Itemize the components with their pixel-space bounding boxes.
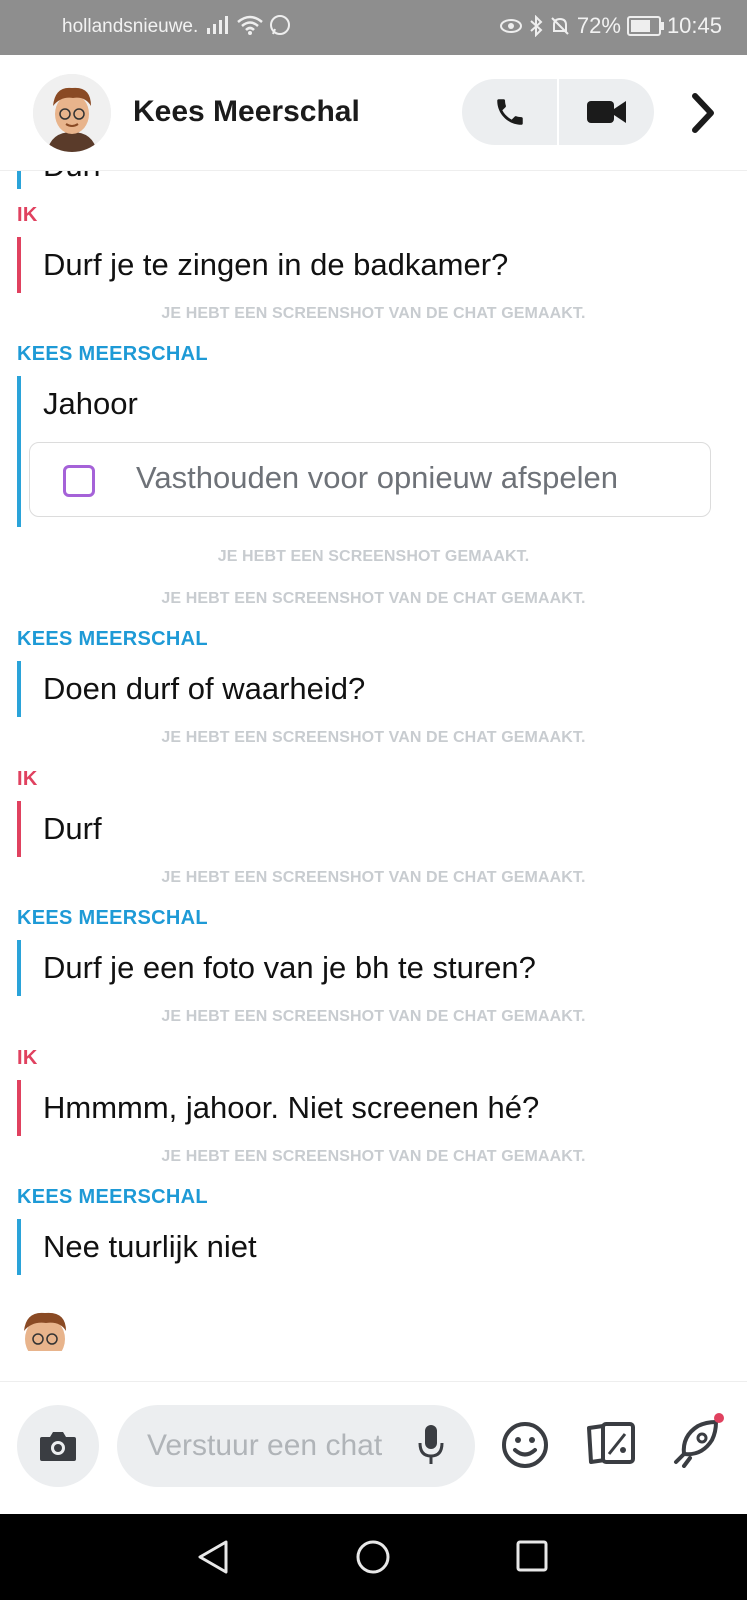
message-bubble[interactable]: Nee tuurlijk niet [17, 1219, 737, 1275]
video-call-button[interactable] [559, 79, 654, 145]
screenshot-notice: JE HEBT EEN SCREENSHOT VAN DE CHAT GEMAA… [161, 1008, 586, 1025]
message: KEES MEERSCHAL Jahoor Vasthouden voor op… [17, 343, 737, 527]
battery-percent: 72% [576, 13, 621, 38]
sender-label: KEES MEERSCHAL [17, 907, 208, 929]
battery-icon [626, 16, 664, 36]
eye-icon [499, 19, 522, 33]
bluetooth-icon [530, 15, 543, 37]
composer [0, 1381, 747, 1487]
avatar[interactable] [33, 74, 111, 152]
carrier-name: hollandsnieuwe. [62, 16, 199, 37]
sender-label: IK [17, 768, 38, 790]
screenshot-notice: JE HEBT EEN SCREENSHOT GEMAAKT. [217, 548, 530, 565]
replay-label: Vasthouden voor opnieuw afspelen [136, 460, 618, 495]
message: IK Durf [17, 768, 737, 857]
chat-header: Kees Meerschal [0, 55, 747, 171]
message: KEES MEERSCHAL Durf je een foto van je b… [17, 907, 737, 996]
phone-icon [496, 99, 523, 125]
cards-icon[interactable] [583, 1420, 639, 1466]
sender-label: IK [17, 204, 38, 226]
screenshot-notice: JE HEBT EEN SCREENSHOT VAN DE CHAT GEMAA… [161, 1148, 586, 1165]
message-text: Jahoor [43, 386, 138, 421]
message-text: Durf je te zingen in de badkamer? [43, 247, 509, 282]
message-text: Doen durf of waarheid? [43, 671, 366, 706]
mic-icon[interactable] [418, 1423, 444, 1467]
screenshot-notice: JE HEBT EEN SCREENSHOT VAN DE CHAT GEMAA… [161, 869, 586, 886]
screenshot-notice: JE HEBT EEN SCREENSHOT VAN DE CHAT GEMAA… [161, 729, 586, 746]
chat-messages[interactable]: Durf IK Durf je te zingen in de badkamer… [0, 171, 747, 1380]
typing-avatar [10, 1305, 80, 1351]
rocket-icon[interactable] [670, 1412, 726, 1468]
mute-bell-icon [551, 17, 569, 35]
message: KEES MEERSCHAL Doen durf of waarheid? [17, 628, 737, 717]
message-text: Hmmmm, jahoor. Niet screenen hé? [43, 1090, 540, 1125]
message-bubble[interactable]: Doen durf of waarheid? [17, 661, 737, 717]
message-text: Durf [43, 811, 102, 846]
whatsapp-icon [270, 15, 290, 35]
signal-icon [207, 16, 228, 34]
screenshot-notice: JE HEBT EEN SCREENSHOT VAN DE CHAT GEMAA… [161, 590, 586, 607]
call-buttons [462, 79, 654, 145]
status-left-icons [207, 14, 291, 36]
screenshot-notice: JE HEBT EEN SCREENSHOT VAN DE CHAT GEMAA… [161, 305, 586, 322]
sender-label: KEES MEERSCHAL [17, 343, 208, 365]
message-bubble[interactable]: Durf je een foto van je bh te sturen? [17, 940, 737, 996]
status-bar: hollandsnieuwe. 72% 10:45 [0, 0, 747, 55]
message-text: Durf je een foto van je bh te sturen? [43, 950, 536, 985]
recents-icon[interactable] [515, 1539, 549, 1573]
home-icon[interactable] [355, 1539, 391, 1575]
message: IK Durf je te zingen in de badkamer? [17, 204, 737, 293]
bitmoji-avatar-icon [33, 74, 111, 152]
more-button[interactable] [686, 91, 720, 135]
clock: 10:45 [666, 13, 722, 38]
snap-square-icon [63, 465, 95, 497]
chevron-right-icon [692, 93, 714, 133]
emoji-icon[interactable] [500, 1420, 550, 1470]
message-bubble[interactable]: Hmmmm, jahoor. Niet screenen hé? [17, 1080, 737, 1136]
message-text: Nee tuurlijk niet [43, 1229, 257, 1264]
replay-snap-box[interactable]: Vasthouden voor opnieuw afspelen [29, 442, 711, 517]
sender-label: KEES MEERSCHAL [17, 628, 208, 650]
camera-button[interactable] [17, 1405, 99, 1487]
message: IK Hmmmm, jahoor. Niet screenen hé? [17, 1047, 737, 1136]
message-bubble[interactable]: Jahoor Vasthouden voor opnieuw afspelen [17, 376, 737, 527]
message: KEES MEERSCHAL Nee tuurlijk niet [17, 1186, 737, 1275]
system-nav-bar [0, 1514, 747, 1600]
status-right: 72% 10:45 [499, 13, 722, 39]
message-bubble: Durf [17, 171, 102, 189]
sender-label: IK [17, 1047, 38, 1069]
wifi-icon [237, 15, 263, 35]
bitmoji-peek-icon [24, 1312, 66, 1351]
message-bubble[interactable]: Durf je te zingen in de badkamer? [17, 237, 737, 293]
camera-icon [40, 1432, 76, 1461]
sender-label: KEES MEERSCHAL [17, 1186, 208, 1208]
back-icon[interactable] [196, 1539, 230, 1575]
voice-call-button[interactable] [462, 79, 557, 145]
message-text: Durf [43, 171, 102, 183]
contact-name[interactable]: Kees Meerschal [133, 95, 360, 129]
message-bubble[interactable]: Durf [17, 801, 737, 857]
video-icon [586, 101, 626, 123]
